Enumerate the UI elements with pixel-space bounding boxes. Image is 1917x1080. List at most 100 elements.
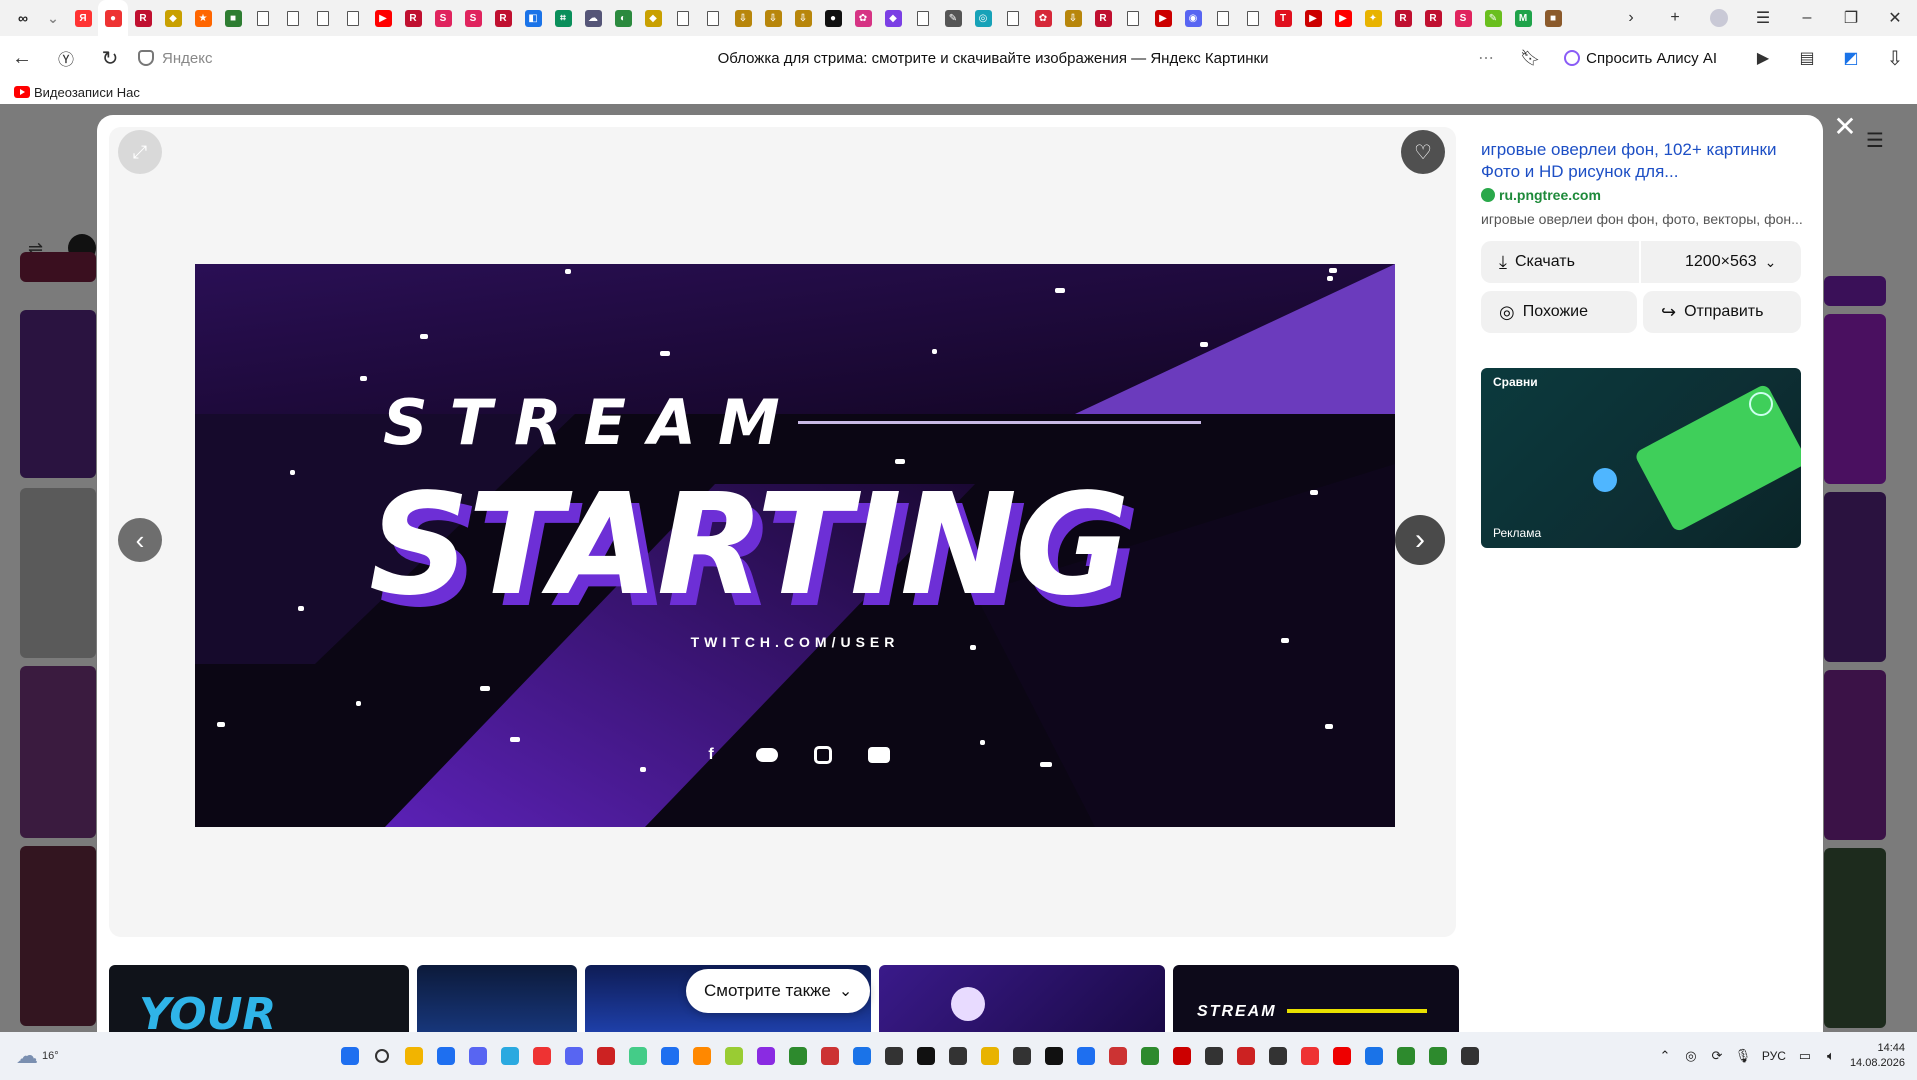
taskbar-app-icon[interactable] xyxy=(750,1032,782,1080)
tab-cyan-icon[interactable]: ◎ xyxy=(968,0,998,36)
taskbar-app-icon[interactable] xyxy=(1358,1032,1390,1080)
share-button[interactable]: ↪ Отправить xyxy=(1643,291,1801,333)
bookmark-icon[interactable]: 🔖︎ xyxy=(1508,36,1552,80)
tab-discord-icon[interactable]: ◉ xyxy=(1178,0,1208,36)
tab-shield-icon[interactable]: ◆ xyxy=(158,0,188,36)
tab-r-app-icon[interactable]: R xyxy=(128,0,158,36)
taskbar-app-icon[interactable] xyxy=(590,1032,622,1080)
tab-doc-icon[interactable] xyxy=(998,0,1028,36)
tab-cloud-icon[interactable]: ☁ xyxy=(578,0,608,36)
stream-banner-image[interactable]: STREAM STARTING TWITCH.COM/USER f xyxy=(195,264,1395,827)
tab-runner-icon[interactable]: ✦ xyxy=(1358,0,1388,36)
tab-s-app-icon[interactable]: S xyxy=(428,0,458,36)
tab-r-app-icon[interactable]: R xyxy=(488,0,518,36)
taskbar-app-icon[interactable] xyxy=(494,1032,526,1080)
tab-green-icon[interactable]: ⌗ xyxy=(548,0,578,36)
tab-r-app-icon[interactable]: R xyxy=(398,0,428,36)
size-dropdown[interactable]: 1200×563 ⌄ xyxy=(1641,241,1801,283)
profile-icon[interactable] xyxy=(1697,0,1741,36)
taskbar-app-icon[interactable] xyxy=(622,1032,654,1080)
tab-box-icon[interactable]: ■ xyxy=(218,0,248,36)
tab-shield-icon[interactable]: ◆ xyxy=(638,0,668,36)
back-icon[interactable]: ← xyxy=(0,36,44,80)
tab-doc-icon[interactable] xyxy=(698,0,728,36)
more-icon[interactable]: ⋯ xyxy=(1464,36,1508,80)
prev-image-button[interactable]: ‹ xyxy=(118,518,162,562)
tab-orange-icon[interactable]: ★ xyxy=(188,0,218,36)
tab-melon-icon[interactable]: ◐ xyxy=(608,0,638,36)
tab-pen-icon[interactable]: ✎ xyxy=(938,0,968,36)
tab-infinity-icon[interactable]: ∞ xyxy=(8,0,38,36)
network-icon[interactable]: ▭ xyxy=(1792,1032,1818,1080)
related-thumb[interactable]: YOUR NAME xyxy=(109,965,409,1032)
source-title-link[interactable]: игровые оверлеи фон, 102+ картинки Фото … xyxy=(1481,139,1811,183)
tab-down-icon[interactable]: ⇩ xyxy=(758,0,788,36)
tab-blue-icon[interactable]: ◧ xyxy=(518,0,548,36)
source-row[interactable]: ru.pngtree.com xyxy=(1481,187,1601,203)
tab-doc-icon[interactable] xyxy=(908,0,938,36)
taskbar-app-icon[interactable] xyxy=(1134,1032,1166,1080)
ask-alice-button[interactable]: Спросить Алису AI xyxy=(1552,42,1729,74)
taskbar-app-icon[interactable] xyxy=(1422,1032,1454,1080)
tab-brush-icon[interactable]: ✎ xyxy=(1478,0,1508,36)
taskbar-app-icon[interactable] xyxy=(462,1032,494,1080)
tab-craft-icon[interactable]: ■ xyxy=(1538,0,1568,36)
menu-icon[interactable]: ☰ xyxy=(1741,0,1785,36)
taskbar-app-icon[interactable] xyxy=(686,1032,718,1080)
tab-doc-icon[interactable] xyxy=(248,0,278,36)
tab-down-icon[interactable]: ⇩ xyxy=(1058,0,1088,36)
tab-down-icon[interactable]: ⇩ xyxy=(788,0,818,36)
tab-m-app-icon[interactable]: M xyxy=(1508,0,1538,36)
tab-doc-icon[interactable] xyxy=(1208,0,1238,36)
page-title[interactable]: Обложка для стрима: смотрите и скачивайт… xyxy=(522,50,1464,67)
taskbar-app-icon[interactable] xyxy=(1294,1032,1326,1080)
close-window-button[interactable]: ✕ xyxy=(1873,0,1917,36)
close-viewer-button[interactable]: ✕ xyxy=(1832,113,1858,141)
tab-play-icon[interactable]: ▶ xyxy=(1298,0,1328,36)
tab-yt-icon[interactable]: ▶ xyxy=(368,0,398,36)
taskbar-app-icon[interactable] xyxy=(1166,1032,1198,1080)
similar-button[interactable]: ◎ Похожие xyxy=(1481,291,1637,333)
taskbar-app-icon[interactable] xyxy=(430,1032,462,1080)
tab-play-icon[interactable]: ▶ xyxy=(1148,0,1178,36)
tab-doc-icon[interactable] xyxy=(278,0,308,36)
site-info-icon[interactable] xyxy=(138,50,154,66)
taskbar-app-icon[interactable] xyxy=(398,1032,430,1080)
see-also-button[interactable]: Смотрите также ⌄ xyxy=(686,969,871,1013)
video-icon[interactable]: ▶ xyxy=(1741,36,1785,80)
start-menu-icon[interactable] xyxy=(334,1032,366,1080)
taskbar-app-icon[interactable] xyxy=(1102,1032,1134,1080)
tab-yandex-icon[interactable]: Я xyxy=(68,0,98,36)
tab-active-image-icon[interactable]: ● xyxy=(98,0,128,36)
tray-app-icon[interactable]: ◎ xyxy=(1678,1032,1704,1080)
next-image-button[interactable]: › xyxy=(1395,515,1445,565)
tab-down-icon[interactable]: ⇩ xyxy=(728,0,758,36)
weather-widget[interactable]: ☁ 16° xyxy=(16,1032,59,1080)
tab-s-app-icon[interactable]: S xyxy=(458,0,488,36)
taskbar-app-icon[interactable] xyxy=(974,1032,1006,1080)
taskbar-app-icon[interactable] xyxy=(718,1032,750,1080)
collections-icon[interactable]: ▤ xyxy=(1785,36,1829,80)
taskbar-app-icon[interactable] xyxy=(526,1032,558,1080)
taskbar-app-icon[interactable] xyxy=(1390,1032,1422,1080)
favorite-button[interactable]: ♡ xyxy=(1401,130,1445,174)
tab-chevron-icon[interactable]: ⌄ xyxy=(38,0,68,36)
tab-yt-icon[interactable]: ▶ xyxy=(1328,0,1358,36)
tab-doc-icon[interactable] xyxy=(668,0,698,36)
tab-purple-icon[interactable]: ◆ xyxy=(878,0,908,36)
clock[interactable]: 14:44 14.08.2026 xyxy=(1844,1041,1917,1071)
bookmark-video-records[interactable]: Видеозаписи Нас xyxy=(34,85,140,100)
taskbar-app-icon[interactable] xyxy=(1038,1032,1070,1080)
taskbar-app-icon[interactable] xyxy=(782,1032,814,1080)
taskbar-app-icon[interactable] xyxy=(942,1032,974,1080)
related-thumb[interactable] xyxy=(417,965,577,1032)
downloads-icon[interactable]: ⇩ xyxy=(1873,36,1917,80)
mic-icon[interactable]: 🎙︎ xyxy=(1730,1032,1756,1080)
extension-icon[interactable]: ◩ xyxy=(1829,36,1873,80)
tab-red-flower-icon[interactable]: ✿ xyxy=(1028,0,1058,36)
fullscreen-button[interactable]: ⤢ xyxy=(118,130,162,174)
tab-r-app-icon[interactable]: R xyxy=(1088,0,1118,36)
taskbar-app-icon[interactable] xyxy=(1262,1032,1294,1080)
taskbar-app-icon[interactable] xyxy=(558,1032,590,1080)
tab-scroll-right-icon[interactable]: › xyxy=(1609,0,1653,36)
